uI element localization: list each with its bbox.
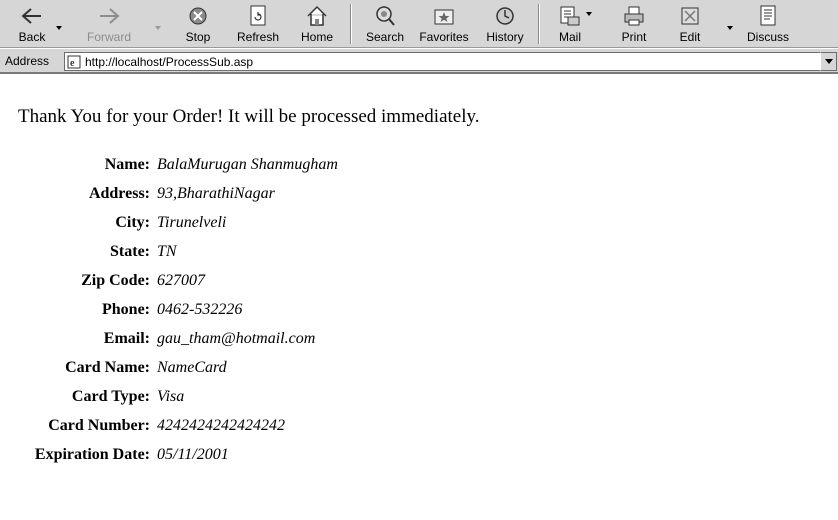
- history-button[interactable]: History: [483, 2, 527, 46]
- search-icon: [373, 4, 397, 28]
- discuss-button[interactable]: Discuss: [743, 2, 793, 46]
- field-label: Card Type:: [71, 388, 150, 405]
- print-label: Print: [621, 30, 647, 44]
- field-value: 627007: [157, 272, 205, 289]
- field-label: State:: [110, 243, 150, 260]
- address-url: http://localhost/ProcessSub.asp: [85, 54, 254, 69]
- stop-button[interactable]: Stop: [178, 2, 218, 46]
- field-label: Card Name:: [65, 359, 150, 376]
- back-arrow-icon: [20, 4, 44, 28]
- home-button[interactable]: Home: [297, 2, 337, 46]
- address-bar: Address e http://localhost/ProcessSub.as…: [0, 48, 838, 74]
- field-value: gau_tham@hotmail.com: [157, 330, 316, 347]
- detail-row-address: Address: 93,BharathiNagar: [0, 185, 600, 214]
- address-dropdown-button[interactable]: [820, 52, 837, 71]
- detail-row-card-type: Card Type: Visa: [0, 388, 600, 417]
- forward-label: Forward: [86, 30, 131, 44]
- mail-button[interactable]: Mail: [552, 2, 588, 46]
- address-input[interactable]: e http://localhost/ProcessSub.asp: [64, 52, 820, 71]
- forward-button[interactable]: Forward: [84, 2, 134, 46]
- detail-row-city: City: Tirunelveli: [0, 214, 600, 243]
- edit-label: Edit: [679, 30, 701, 44]
- toolbar-separator: [350, 4, 352, 44]
- print-icon: [622, 4, 646, 28]
- field-label: Name:: [104, 156, 150, 173]
- forward-dropdown-icon[interactable]: [155, 26, 161, 30]
- detail-row-state: State: TN: [0, 243, 600, 272]
- page-content: Thank You for your Order! It will be pro…: [0, 76, 838, 520]
- field-value: 0462-532226: [157, 301, 243, 318]
- chevron-down-icon: [824, 59, 833, 64]
- field-value: TN: [157, 243, 177, 260]
- edit-button[interactable]: Edit: [672, 2, 708, 46]
- field-label: Expiration Date:: [34, 446, 150, 463]
- discuss-icon: [756, 4, 780, 28]
- field-label: Phone:: [102, 301, 150, 318]
- detail-row-email: Email: gau_tham@hotmail.com: [0, 330, 600, 359]
- detail-row-card-number: Card Number: 4242424242424242: [0, 417, 600, 446]
- address-label: Address: [5, 54, 50, 68]
- edit-dropdown-icon[interactable]: [727, 26, 733, 30]
- detail-row-zip: Zip Code: 627007: [0, 272, 600, 301]
- field-label: Zip Code:: [81, 272, 150, 289]
- edit-icon: [678, 4, 702, 28]
- field-value: 4242424242424242: [157, 417, 285, 434]
- ie-page-icon: e: [67, 55, 81, 69]
- mail-icon: [558, 4, 582, 28]
- history-icon: [493, 4, 517, 28]
- detail-row-phone: Phone: 0462-532226: [0, 301, 600, 330]
- field-label: Address:: [88, 185, 150, 202]
- history-label: History: [486, 30, 524, 44]
- stop-label: Stop: [185, 30, 211, 44]
- field-label: Card Number:: [48, 417, 150, 434]
- back-label: Back: [18, 30, 46, 44]
- search-button[interactable]: Search: [362, 2, 408, 46]
- field-value: 05/11/2001: [157, 446, 229, 463]
- back-button[interactable]: Back: [14, 2, 50, 46]
- detail-row-expiration: Expiration Date: 05/11/2001: [0, 446, 600, 475]
- refresh-icon: [246, 4, 270, 28]
- favorites-button[interactable]: Favorites: [417, 2, 471, 46]
- field-value: BalaMurugan Shanmugham: [157, 156, 338, 173]
- mail-dropdown-icon[interactable]: [586, 12, 592, 16]
- order-details: Name: BalaMurugan Shanmugham Address: 93,B…: [0, 156, 600, 475]
- field-label: Email:: [103, 330, 150, 347]
- home-icon: [305, 4, 329, 28]
- field-value: Visa: [157, 388, 185, 405]
- search-label: Search: [365, 30, 405, 44]
- discuss-label: Discuss: [746, 30, 789, 44]
- mail-label: Mail: [558, 30, 581, 44]
- home-label: Home: [300, 30, 333, 44]
- toolbar-separator: [538, 4, 540, 44]
- field-value: 93,BharathiNagar: [157, 185, 275, 202]
- svg-text:e: e: [70, 58, 75, 69]
- stop-icon: [186, 4, 210, 28]
- favorites-icon: [432, 4, 456, 28]
- field-value: NameCard: [157, 359, 227, 376]
- field-label: City:: [115, 214, 150, 231]
- print-button[interactable]: Print: [616, 2, 652, 46]
- back-dropdown-icon[interactable]: [56, 26, 62, 30]
- favorites-label: Favorites: [419, 30, 469, 44]
- confirmation-message: Thank You for your Order! It will be pro…: [18, 106, 480, 127]
- refresh-button[interactable]: Refresh: [233, 2, 283, 46]
- browser-toolbar: Back Forward Stop Refresh Home Search Fa…: [0, 0, 838, 48]
- detail-row-name: Name: BalaMurugan Shanmugham: [0, 156, 600, 185]
- detail-row-card-name: Card Name: NameCard: [0, 359, 600, 388]
- field-value: Tirunelveli: [157, 214, 227, 231]
- refresh-label: Refresh: [236, 30, 280, 44]
- forward-arrow-icon: [97, 4, 121, 28]
